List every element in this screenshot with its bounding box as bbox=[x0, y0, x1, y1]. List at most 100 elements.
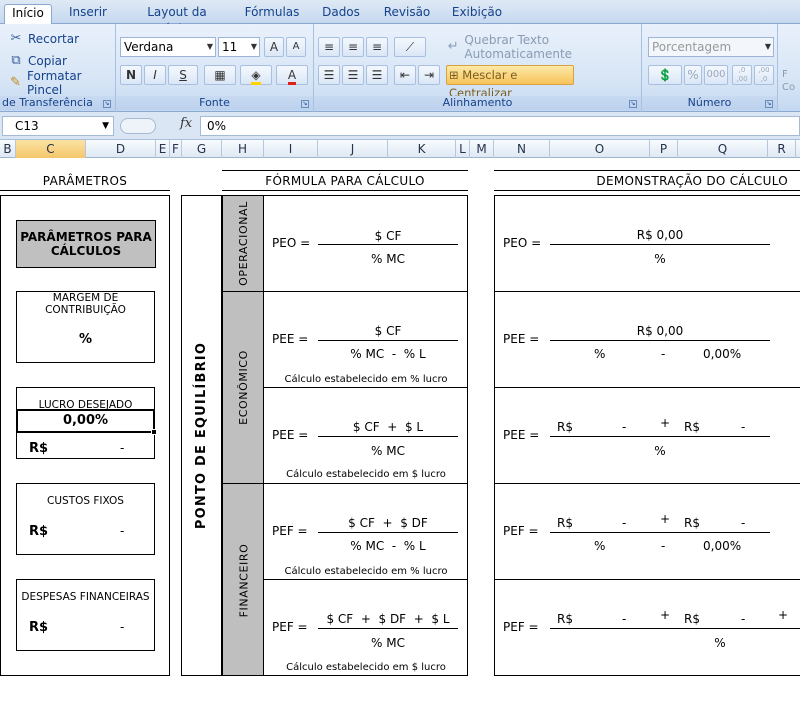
column-header-r[interactable]: R bbox=[768, 140, 796, 158]
orientation-button[interactable]: ⟋ bbox=[394, 37, 426, 57]
margem-value[interactable]: % bbox=[17, 332, 154, 347]
column-header-g[interactable]: G bbox=[182, 140, 222, 158]
tab-layout-pagina[interactable]: Layout da Página bbox=[126, 4, 228, 36]
clipboard-launcher-icon[interactable]: ↘ bbox=[103, 100, 111, 108]
shrink-font-button[interactable]: A bbox=[286, 37, 306, 57]
increase-decimal-button[interactable]: ,0 ,00 bbox=[732, 65, 752, 85]
column-header-m[interactable]: M bbox=[470, 140, 494, 158]
align-middle-button[interactable]: ≡ bbox=[342, 37, 364, 57]
wrap-text-button[interactable]: ↵ Quebrar Texto Automaticamente bbox=[446, 33, 641, 61]
lucro-percent-cell-selected[interactable]: 0,00% bbox=[16, 409, 155, 433]
demo-pef1-den-op: - bbox=[661, 539, 666, 553]
demo-pef1-lhs: PEF = bbox=[503, 524, 539, 538]
scissors-icon: ✂ bbox=[10, 31, 22, 46]
column-header-h[interactable]: H bbox=[222, 140, 264, 158]
align-right-button[interactable]: ☰ bbox=[366, 65, 388, 85]
align-bottom-icon: ≡ bbox=[371, 40, 383, 54]
column-header-q[interactable]: Q bbox=[678, 140, 768, 158]
italic-button[interactable]: I bbox=[144, 65, 166, 85]
accounting-button[interactable]: 💲 bbox=[648, 65, 682, 85]
tab-revisao[interactable]: Revisão bbox=[380, 4, 434, 24]
column-header-l[interactable]: L bbox=[456, 140, 470, 158]
demo-pef1-den-a: % bbox=[594, 539, 606, 553]
font-size-dropdown[interactable]: 11 ▼ bbox=[218, 37, 260, 57]
parametros-header: PARÂMETROS PARA CÁLCULOS bbox=[16, 220, 156, 268]
column-header-n[interactable]: N bbox=[494, 140, 550, 158]
tab-exibicao[interactable]: Exibição bbox=[448, 4, 506, 24]
fill-handle[interactable] bbox=[151, 429, 157, 435]
ponto-equilibrio-label-wrap: PONTO DE EQUILÍBRIO bbox=[181, 195, 222, 676]
align-center-button[interactable]: ☰ bbox=[342, 65, 364, 85]
fill-color-button[interactable]: ◈ bbox=[240, 65, 272, 85]
bold-button[interactable]: N bbox=[120, 65, 142, 85]
column-header-j[interactable]: J bbox=[318, 140, 388, 158]
font-color-button[interactable]: A bbox=[276, 65, 308, 85]
column-header-b[interactable]: B bbox=[0, 140, 16, 158]
pee2-denominator: % MC bbox=[371, 444, 405, 458]
peo-numerator: $ CF bbox=[374, 229, 402, 243]
insert-function-icon[interactable]: fx bbox=[180, 116, 192, 131]
margem-box[interactable]: MARGEM DE CONTRIBUIÇÃO % bbox=[16, 291, 155, 363]
column-header-i[interactable]: I bbox=[264, 140, 318, 158]
font-name-value: Verdana bbox=[124, 40, 174, 54]
worksheet[interactable]: PARÂMETROS FÓRMULA PARA CÁLCULO DEMONSTR… bbox=[0, 158, 800, 720]
demo-divider-4 bbox=[494, 579, 800, 580]
thousands-button[interactable]: 000 bbox=[704, 65, 728, 85]
custos-fixos-value[interactable]: - bbox=[120, 524, 124, 538]
formula-input[interactable]: 0% bbox=[200, 116, 800, 136]
demo-pee2-fraction-line bbox=[550, 436, 770, 437]
column-header-e[interactable]: E bbox=[156, 140, 170, 158]
demo-pef2-rs2: R$ bbox=[684, 612, 700, 626]
decrease-indent-button[interactable]: ⇤ bbox=[394, 65, 416, 85]
column-header-o[interactable]: O bbox=[550, 140, 650, 158]
pef1-note: Cálculo estabelecido em % lucro bbox=[284, 566, 448, 577]
align-bottom-button[interactable]: ≡ bbox=[366, 37, 388, 57]
pef2-denominator: % MC bbox=[371, 636, 405, 650]
borders-button[interactable]: ▦ bbox=[204, 65, 236, 85]
decrease-decimal-button[interactable]: ,00 ,0 bbox=[754, 65, 774, 85]
lucro-value[interactable]: - bbox=[120, 441, 124, 455]
pee1-numerator: $ CF bbox=[374, 324, 402, 338]
demo-title-top-rule bbox=[494, 170, 800, 171]
chevron-down-icon: ▼ bbox=[250, 42, 257, 51]
name-box[interactable]: C13 ▼ bbox=[2, 116, 114, 136]
alignment-launcher-icon[interactable]: ↘ bbox=[629, 100, 637, 108]
pee2-numerator: $ CF + $ L bbox=[352, 420, 424, 434]
demo-pef1-v1: - bbox=[622, 516, 627, 530]
pef1-lhs: PEF = bbox=[272, 524, 308, 538]
column-header-f[interactable]: F bbox=[170, 140, 182, 158]
tab-dados[interactable]: Dados bbox=[318, 4, 364, 24]
decrease-indent-icon: ⇤ bbox=[399, 68, 411, 82]
ribbon-body: ✂ Recortar ⧉ Copiar ✎ Formatar Pincel de… bbox=[0, 24, 800, 112]
demo-pee2-v1: - bbox=[622, 420, 627, 434]
copy-button[interactable]: ⧉ Copiar bbox=[8, 51, 67, 71]
column-header-d[interactable]: D bbox=[86, 140, 156, 158]
grow-font-button[interactable]: A bbox=[264, 37, 284, 57]
tab-inicio[interactable]: Início bbox=[4, 4, 52, 24]
pef2-lhs: PEF = bbox=[272, 620, 308, 634]
format-painter-button[interactable]: ✎ Formatar Pincel bbox=[8, 69, 115, 97]
align-left-button[interactable]: ☰ bbox=[318, 65, 340, 85]
currency-icon: 💲 bbox=[657, 68, 673, 82]
tab-formulas[interactable]: Fórmulas bbox=[240, 4, 304, 24]
despesas-value[interactable]: - bbox=[120, 620, 124, 634]
column-header-c[interactable]: C bbox=[16, 140, 86, 158]
pef2-note: Cálculo estabelecido em $ lucro bbox=[286, 662, 446, 673]
tab-inserir[interactable]: Inserir bbox=[62, 4, 114, 24]
percent-button[interactable]: % bbox=[684, 65, 702, 85]
column-header-p[interactable]: P bbox=[650, 140, 678, 158]
underline-button[interactable]: S bbox=[168, 65, 198, 85]
column-header-k[interactable]: K bbox=[388, 140, 456, 158]
number-format-dropdown[interactable]: Porcentagem ▼ bbox=[648, 37, 774, 57]
number-launcher-icon[interactable]: ↘ bbox=[765, 100, 773, 108]
align-top-button[interactable]: ≡ bbox=[318, 37, 340, 57]
lucro-currency-label: R$ bbox=[29, 441, 49, 456]
increase-indent-button[interactable]: ⇥ bbox=[418, 65, 440, 85]
formula-splitter-icon[interactable] bbox=[120, 118, 156, 134]
wrap-text-label: Quebrar Texto Automaticamente bbox=[464, 33, 573, 61]
cut-button[interactable]: ✂ Recortar bbox=[8, 29, 80, 49]
font-launcher-icon[interactable]: ↘ bbox=[301, 100, 309, 108]
merge-center-button[interactable]: ⊞ Mesclar e Centralizar bbox=[446, 65, 574, 100]
demo-peo-numerator: R$ 0,00 bbox=[636, 228, 684, 242]
font-name-dropdown[interactable]: Verdana ▼ bbox=[120, 37, 216, 57]
